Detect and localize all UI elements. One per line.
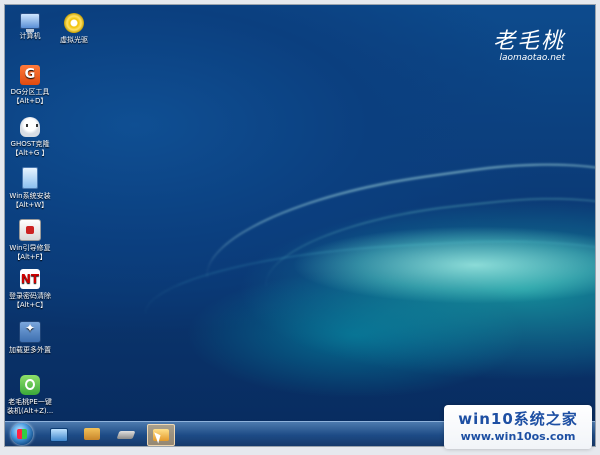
icon-label: 加载更多外置 xyxy=(9,346,51,354)
load-more-icon xyxy=(19,321,41,343)
icon-shortcut: 装机(Alt+Z)... xyxy=(7,407,54,415)
icon-label: Win系统安装 xyxy=(9,192,51,200)
icon-label: GHOST克隆 xyxy=(10,140,50,148)
drive-button[interactable] xyxy=(113,424,139,444)
desktop-icon-computer[interactable]: 计算机 xyxy=(7,13,53,41)
wallpaper-light-streak xyxy=(142,231,595,370)
toolbox-button[interactable] xyxy=(79,424,105,444)
desktop-icon-password-clear[interactable]: NT 登录密码清除 【Alt+C】 xyxy=(7,269,53,310)
icon-shortcut: 【Alt+F】 xyxy=(13,253,47,261)
one-click-install-icon xyxy=(20,375,40,395)
icon-label: 虚拟光驱 xyxy=(60,36,88,44)
desktop-icon-one-click-install[interactable]: 老毛桃PE一键 装机(Alt+Z)... xyxy=(7,375,53,416)
desktop-icon-boot-repair[interactable]: Win引导修复 【Alt+F】 xyxy=(7,219,53,262)
desktop-icon-win-install[interactable]: Win系统安装 【Alt+W】 xyxy=(7,167,53,210)
start-button[interactable] xyxy=(11,423,33,445)
icon-shortcut: 【Alt+D】 xyxy=(12,97,48,105)
brand-name: 老毛桃 xyxy=(492,29,565,54)
brand-url: laomaotao.net xyxy=(499,53,566,63)
active-app-button[interactable] xyxy=(147,424,175,446)
desktop-icon-dg-partition[interactable]: G DG分区工具 【Alt+D】 xyxy=(7,65,53,106)
show-desktop-button[interactable] xyxy=(45,424,71,444)
watermark-title: win10系统之家 xyxy=(458,410,578,428)
desktop-icon-ghost[interactable]: GHOST克隆 【Alt+G 】 xyxy=(7,117,53,158)
window-frame: 老毛桃 laomaotao.net 计算机 虚拟光驱 G DG分区工具 【Alt… xyxy=(0,0,600,455)
brand-logo: 老毛桃 laomaotao.net xyxy=(493,23,565,63)
desktop-icon-load-more[interactable]: 加载更多外置 xyxy=(7,321,53,355)
virtual-drive-icon xyxy=(64,13,84,33)
icon-shortcut: 【Alt+W】 xyxy=(11,201,49,209)
icon-label: 登录密码清除 xyxy=(9,292,51,300)
partition-tool-icon: G xyxy=(20,65,40,85)
toolbox-icon xyxy=(84,428,100,440)
icon-label: DG分区工具 xyxy=(10,88,50,96)
drive-icon xyxy=(116,431,136,439)
icon-label: 老毛桃PE一键 xyxy=(8,398,52,406)
computer-icon xyxy=(20,13,40,32)
icon-shortcut: 【Alt+C】 xyxy=(12,301,48,309)
watermark-url: www.win10os.com xyxy=(460,430,576,443)
icon-label: Win引导修复 xyxy=(9,244,51,252)
watermark: win10系统之家 www.win10os.com xyxy=(444,405,592,449)
show-desktop-icon xyxy=(50,428,68,442)
boot-repair-icon xyxy=(19,219,41,241)
password-clear-icon: NT xyxy=(20,269,40,289)
desktop: 老毛桃 laomaotao.net 计算机 虚拟光驱 G DG分区工具 【Alt… xyxy=(4,4,596,447)
icon-shortcut: 【Alt+G 】 xyxy=(11,149,49,157)
desktop-icon-virtual-drive[interactable]: 虚拟光驱 xyxy=(51,13,97,45)
icon-label: 计算机 xyxy=(19,32,41,40)
windows-install-icon xyxy=(22,167,38,189)
ghost-icon xyxy=(20,117,40,137)
